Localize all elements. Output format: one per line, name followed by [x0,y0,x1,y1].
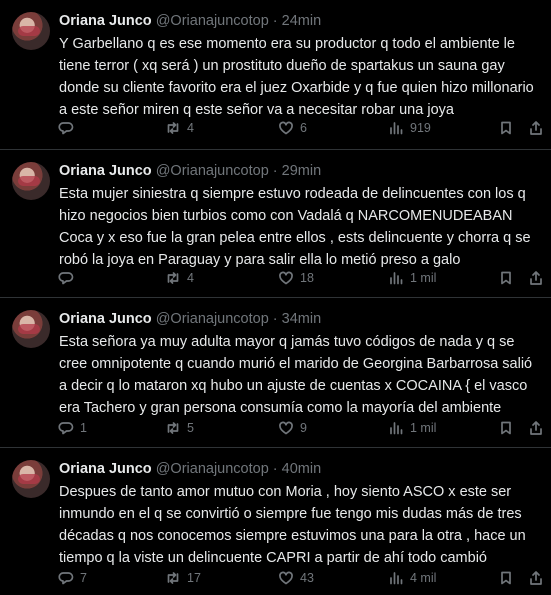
tweet-text: Esta señora ya muy adulta mayor q jamás … [59,334,533,416]
heart-icon [279,121,293,135]
tweet[interactable]: Oriana Junco @Orianajuncotop · 29min Est… [0,150,551,298]
separator-dot: · [272,311,278,327]
share-icon [530,271,542,285]
avatar[interactable] [12,310,50,348]
tweet-text: Esta mujer siniestra q siempre estuvo ro… [59,186,531,268]
retweet-button[interactable]: 4 [165,268,194,288]
avatar[interactable] [12,12,50,50]
retweet-icon [167,422,179,434]
separator-dot: · [272,13,278,29]
retweet-button[interactable]: 4 [165,118,194,138]
reply-count: 1 [80,421,87,435]
like-count: 9 [300,421,307,435]
views-chart-icon [390,272,403,285]
tweet[interactable]: Oriana Junco @Orianajuncotop · 24min Y G… [0,0,551,150]
like-button[interactable]: 9 [278,418,307,438]
like-button[interactable]: 6 [278,118,307,138]
author-name[interactable]: Oriana Junco [59,311,152,327]
reply-icon [58,572,74,585]
author-handle[interactable]: @Orianajuncotop [156,163,269,179]
retweet-button[interactable]: 17 [165,568,201,588]
bookmark-button[interactable] [498,118,514,138]
tweet-text: Y Garbellano q es ese momento era su pro… [59,36,534,118]
share-icon [530,571,542,585]
reply-button[interactable] [58,118,80,138]
share-button[interactable] [528,568,544,588]
retweet-count: 4 [187,271,194,285]
retweet-count: 4 [187,121,194,135]
views-button[interactable]: 1 mil [388,418,436,438]
timeline-feed: Oriana Junco @Orianajuncotop · 24min Y G… [0,0,551,595]
share-button[interactable] [528,268,544,288]
reply-count: 7 [80,571,87,585]
author-name[interactable]: Oriana Junco [59,461,152,477]
views-count: 1 mil [410,421,437,435]
views-count: 1 mil [410,271,437,285]
like-count: 18 [300,271,314,285]
bookmark-icon [501,571,511,585]
bookmark-button[interactable] [498,268,514,288]
avatar[interactable] [12,162,50,200]
heart-icon [279,271,293,285]
heart-icon [279,571,293,585]
bookmark-icon [501,271,511,285]
tweet[interactable]: Oriana Junco @Orianajuncotop · 40min Des… [0,448,551,595]
tweet-actions: 4 18 1 mil [58,268,544,288]
retweet-icon [167,572,179,584]
author-name[interactable]: Oriana Junco [59,13,152,29]
author-handle[interactable]: @Orianajuncotop [156,13,269,29]
tweet-text: Despues de tanto amor mutuo con Moria , … [59,484,526,566]
reply-button[interactable] [58,268,80,288]
like-count: 43 [300,571,314,585]
like-button[interactable]: 18 [278,268,314,288]
avatar[interactable] [12,460,50,498]
views-button[interactable]: 919 [388,118,431,138]
tweet-header: Oriana Junco @Orianajuncotop · 40min [59,460,321,478]
bookmark-icon [501,421,511,435]
views-chart-icon [390,422,403,435]
tweet-header: Oriana Junco @Orianajuncotop · 34min [59,310,321,328]
reply-icon [58,272,74,285]
views-button[interactable]: 4 mil [388,568,436,588]
timestamp[interactable]: 34min [282,311,322,327]
author-handle[interactable]: @Orianajuncotop [156,311,269,327]
reply-icon [58,422,74,435]
views-chart-icon [390,572,403,585]
share-button[interactable] [528,418,544,438]
retweet-count: 5 [187,421,194,435]
like-button[interactable]: 43 [278,568,314,588]
views-button[interactable]: 1 mil [388,268,436,288]
retweet-button[interactable]: 5 [165,418,194,438]
tweet-actions: 4 6 919 [58,118,544,138]
retweet-count: 17 [187,571,201,585]
tweet-header: Oriana Junco @Orianajuncotop · 24min [59,12,321,30]
views-count: 919 [410,121,431,135]
bookmark-icon [501,121,511,135]
reply-button[interactable]: 1 [58,418,87,438]
tweet-actions: 1 5 9 1 mil [58,418,544,438]
share-icon [530,121,542,135]
share-icon [530,421,542,435]
timestamp[interactable]: 40min [282,461,322,477]
views-chart-icon [390,122,403,135]
timestamp[interactable]: 24min [282,13,322,29]
views-count: 4 mil [410,571,437,585]
author-name[interactable]: Oriana Junco [59,163,152,179]
reply-button[interactable]: 7 [58,568,87,588]
retweet-icon [167,122,179,134]
like-count: 6 [300,121,307,135]
reply-icon [58,122,74,135]
tweet-actions: 7 17 43 4 mil [58,568,544,588]
separator-dot: · [272,461,278,477]
heart-icon [279,421,293,435]
bookmark-button[interactable] [498,418,514,438]
retweet-icon [167,272,179,284]
bookmark-button[interactable] [498,568,514,588]
separator-dot: · [272,163,278,179]
author-handle[interactable]: @Orianajuncotop [156,461,269,477]
tweet-header: Oriana Junco @Orianajuncotop · 29min [59,162,321,180]
tweet[interactable]: Oriana Junco @Orianajuncotop · 34min Est… [0,298,551,448]
share-button[interactable] [528,118,544,138]
timestamp[interactable]: 29min [282,163,322,179]
